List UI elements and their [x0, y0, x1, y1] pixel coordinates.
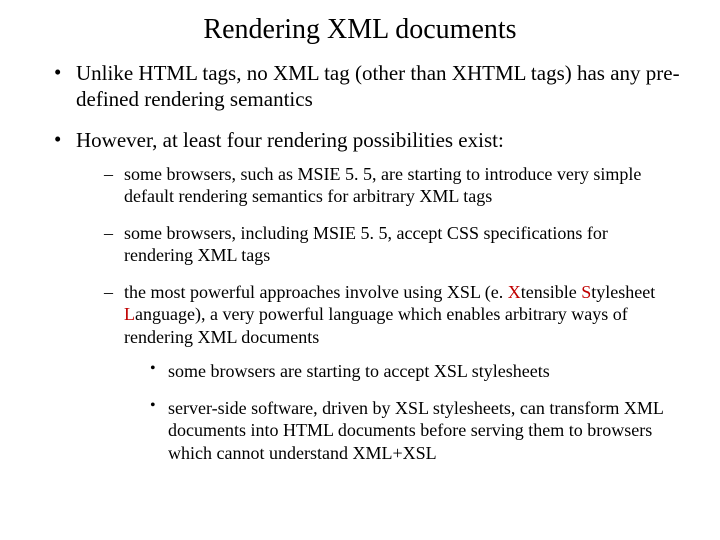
text-fragment: tensible — [521, 282, 582, 302]
highlight-letter: L — [124, 304, 135, 324]
bullet-item: However, at least four rendering possibi… — [50, 127, 680, 465]
dash-item: some browsers, including MSIE 5. 5, acce… — [104, 222, 680, 267]
text-fragment: the most powerful approaches involve usi… — [124, 282, 508, 302]
highlight-letter: X — [508, 282, 521, 302]
sub-bullet-list: some browsers are starting to accept XSL… — [124, 360, 680, 464]
dash-list: some browsers, such as MSIE 5. 5, are st… — [76, 163, 680, 465]
text-fragment: anguage), a very powerful language which… — [124, 304, 628, 347]
top-bullet-list: Unlike HTML tags, no XML tag (other than… — [40, 60, 680, 464]
bullet-item: Unlike HTML tags, no XML tag (other than… — [50, 60, 680, 113]
highlight-letter: S — [581, 282, 591, 302]
dash-item: the most powerful approaches involve usi… — [104, 281, 680, 465]
slide-title: Rendering XML documents — [40, 14, 680, 46]
sub-bullet-item: some browsers are starting to accept XSL… — [148, 360, 680, 383]
text-fragment: tylesheet — [591, 282, 655, 302]
slide: Rendering XML documents Unlike HTML tags… — [0, 0, 720, 498]
dash-item: some browsers, such as MSIE 5. 5, are st… — [104, 163, 680, 208]
sub-bullet-item: server-side software, driven by XSL styl… — [148, 397, 680, 465]
bullet-text: However, at least four rendering possibi… — [76, 128, 504, 152]
